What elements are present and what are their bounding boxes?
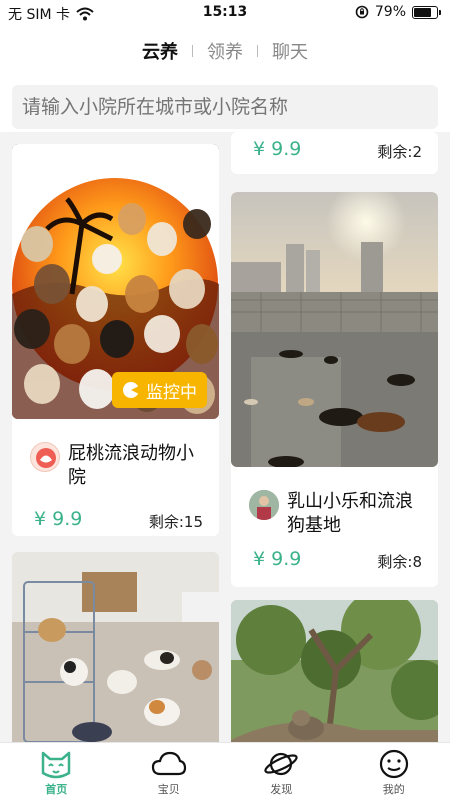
nav-baby[interactable]: 宝贝	[113, 743, 226, 800]
camera-icon	[123, 382, 140, 398]
tab-chat[interactable]: 聊天	[258, 38, 322, 64]
price-label: ¥ 9.9	[253, 548, 302, 570]
card-header: 屁桃流浪动物小院	[30, 442, 210, 490]
nav-discover[interactable]: 发现	[225, 743, 338, 800]
tab-cloud-raise[interactable]: 云养	[128, 38, 192, 64]
remaining-label: 剩余:2	[377, 143, 422, 161]
nav-label: 宝贝	[157, 783, 180, 796]
nav-home[interactable]: 首页	[0, 743, 113, 800]
shelter-feed[interactable]: ¥ 9.9 剩余:2 监控中 屁桃流浪动物小院 ¥ 9.9 剩余:15 乳山小乐…	[0, 132, 450, 742]
monitoring-label: 监控中	[146, 382, 197, 403]
monitoring-badge: 监控中	[112, 372, 207, 408]
card-header: 乳山小乐和流浪狗基地	[249, 490, 429, 538]
price-label: ¥ 9.9	[34, 508, 83, 530]
shelter-card[interactable]: ¥ 9.9 剩余:2	[231, 132, 438, 174]
shelter-name: 乳山小乐和流浪狗基地	[287, 491, 413, 536]
shelter-avatar	[249, 490, 279, 520]
bottom-nav: 首页 宝贝 发现 我的	[0, 742, 450, 800]
shelter-card[interactable]: 监控中 屁桃流浪动物小院 ¥ 9.9 剩余:15	[12, 144, 219, 536]
battery-icon	[412, 5, 441, 19]
remaining-label: 剩余:15	[148, 513, 203, 531]
top-tabs: 云养 领养 聊天	[0, 38, 450, 64]
shelter-card[interactable]	[231, 600, 438, 742]
nav-label: 首页	[45, 783, 68, 796]
planet-icon	[264, 752, 298, 776]
remaining-label: 剩余:8	[377, 553, 422, 571]
shelter-photo	[12, 552, 219, 742]
status-bar: 无 SIM 卡 15:13 79%	[0, 0, 450, 26]
nav-label: 发现	[270, 783, 293, 796]
shelter-card[interactable]: 乳山小乐和流浪狗基地 ¥ 9.9 剩余:8	[231, 192, 438, 587]
shelter-name: 屁桃流浪动物小院	[68, 443, 194, 488]
price-label: ¥ 9.9	[253, 138, 302, 160]
search-input[interactable]	[12, 85, 438, 129]
status-right: 79%	[355, 4, 441, 20]
battery-fill	[414, 7, 431, 17]
shelter-avatar	[30, 442, 60, 472]
battery-percent: 79%	[374, 4, 406, 20]
shelter-photo	[231, 192, 438, 467]
shelter-photo: 监控中	[12, 144, 219, 419]
tab-adopt[interactable]: 领养	[193, 38, 257, 64]
nav-me[interactable]: 我的	[338, 743, 450, 800]
shelter-card[interactable]	[12, 552, 219, 742]
cloud-icon	[151, 751, 186, 776]
smiley-icon	[379, 749, 408, 779]
rotation-lock-icon	[355, 5, 369, 19]
cat-face-icon	[42, 751, 71, 779]
nav-label: 我的	[382, 783, 405, 796]
shelter-photo	[231, 600, 438, 742]
